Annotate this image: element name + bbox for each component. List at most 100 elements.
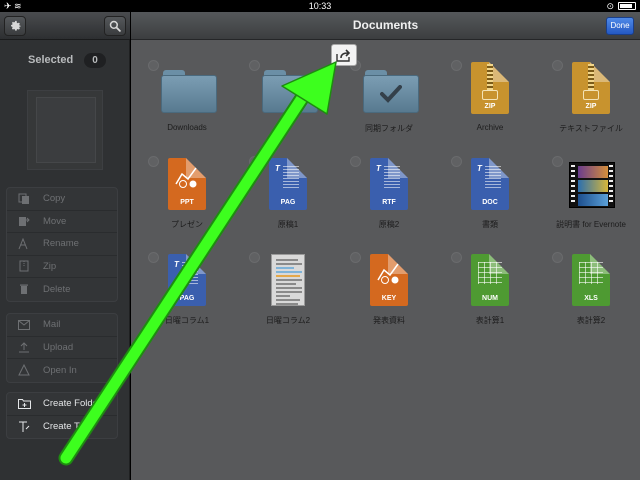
num-file-icon: NUM: [464, 254, 516, 310]
page-title: Documents: [352, 18, 419, 32]
copy-icon: [17, 192, 31, 206]
copy-button[interactable]: Copy: [7, 188, 117, 211]
upload-button[interactable]: Upload: [7, 337, 117, 359]
selected-counter: Selected 0: [0, 52, 130, 70]
file-item[interactable]: T RTF 原稿2: [337, 144, 437, 240]
select-checkbox[interactable]: [552, 252, 563, 263]
mail-icon: [17, 318, 31, 332]
battery-icon: [618, 2, 636, 10]
file-item[interactable]: PPT プレゼン: [135, 144, 235, 240]
create-text-button[interactable]: Create Text: [7, 416, 117, 439]
folder-icon: [161, 62, 217, 118]
select-checkbox[interactable]: [148, 60, 159, 71]
search-icon: [109, 20, 121, 32]
file-item[interactable]: NUM 表計算1: [438, 240, 538, 336]
documents-pane: Documents Done Downloads 同期フォルダ ZIP Archive…: [131, 12, 640, 480]
rtf-file-icon: T RTF: [363, 158, 415, 214]
zip-icon: [17, 259, 31, 273]
file-name-label: プレゼン: [171, 220, 203, 229]
move-button[interactable]: Move: [7, 211, 117, 233]
main-toolbar: Documents Done: [131, 12, 640, 40]
status-bar: ✈ ≋ 10:33 ⊙: [0, 0, 640, 12]
upload-label: Upload: [43, 341, 74, 353]
trash-icon: [17, 282, 31, 296]
zip-button[interactable]: Zip: [7, 256, 117, 278]
pag-file-icon: T PAG: [161, 254, 213, 310]
file-item[interactable]: KEY 発表資料: [337, 240, 437, 336]
key-file-icon: KEY: [363, 254, 415, 310]
select-checkbox[interactable]: [249, 252, 260, 263]
file-name-label: Downloads: [167, 123, 207, 132]
file-item[interactable]: XLS 表計算2: [539, 240, 639, 336]
file-item[interactable]: 日曜コラム2: [236, 240, 336, 336]
file-name-label: 表計算2: [576, 316, 606, 325]
create-folder-label: Create Folder: [43, 398, 102, 410]
share-actions-group: Mail Upload Open In: [6, 313, 118, 383]
move-label: Move: [43, 215, 67, 227]
file-name-label: 表計算1: [475, 316, 505, 325]
open-in-label: Open In: [43, 364, 77, 376]
rename-button[interactable]: Rename: [7, 233, 117, 256]
zip-file-icon: ZIP: [464, 62, 516, 118]
file-name-label: 原稿1: [277, 220, 299, 229]
file-item[interactable]: ZIP Archive: [438, 48, 538, 144]
move-icon: [17, 214, 31, 228]
file-item[interactable]: [236, 48, 336, 144]
copy-label: Copy: [43, 193, 66, 205]
create-actions-group: Create Folder Create Text: [6, 392, 118, 439]
file-name-label: 日曜コラム2: [265, 316, 311, 325]
open-in-button[interactable]: Open In: [7, 359, 117, 382]
file-item[interactable]: Downloads: [135, 48, 235, 144]
select-checkbox[interactable]: [552, 60, 563, 71]
select-checkbox[interactable]: [148, 252, 159, 263]
file-item[interactable]: 説明書 for Evernote: [539, 144, 639, 240]
video-file-icon: [565, 158, 617, 214]
mail-button[interactable]: Mail: [7, 314, 117, 337]
select-checkbox[interactable]: [552, 156, 563, 167]
file-item[interactable]: T DOC 書類: [438, 144, 538, 240]
settings-button[interactable]: [4, 16, 26, 36]
file-item[interactable]: ZIP テキストファイル: [539, 48, 639, 144]
select-checkbox[interactable]: [451, 60, 462, 71]
selected-label: Selected: [28, 54, 74, 66]
folder-icon: [363, 62, 419, 118]
delete-button[interactable]: Delete: [7, 278, 117, 301]
create-text-label: Create Text: [43, 421, 92, 433]
done-button[interactable]: Done: [606, 17, 634, 35]
create-folder-button[interactable]: Create Folder: [7, 393, 117, 416]
file-name-label: Archive: [476, 123, 504, 132]
select-checkbox[interactable]: [451, 252, 462, 263]
select-checkbox[interactable]: [249, 156, 260, 167]
rotation-lock-icon: ⊙: [606, 1, 614, 11]
file-name-label: 同期フォルダ: [365, 124, 413, 133]
sidebar-toolbar: [0, 12, 130, 40]
selected-count-badge: 0: [84, 53, 106, 68]
ppt-file-icon: PPT: [161, 158, 213, 214]
share-button[interactable]: [331, 44, 357, 66]
file-name-label: 書類: [482, 220, 498, 229]
gear-icon: [10, 20, 21, 31]
select-checkbox[interactable]: [451, 156, 462, 167]
sidebar: Selected 0 Copy Move Rename Zip Delete M…: [0, 12, 130, 480]
zip-label: Zip: [43, 260, 57, 272]
delete-label: Delete: [43, 283, 71, 295]
select-checkbox[interactable]: [249, 60, 260, 71]
file-name-label: 日曜コラム1: [164, 316, 210, 325]
file-name-label: 原稿2: [378, 220, 400, 229]
upload-icon: [17, 340, 31, 354]
file-actions-group: Copy Move Rename Zip Delete: [6, 187, 118, 302]
select-checkbox[interactable]: [350, 156, 361, 167]
share-icon: [336, 48, 351, 62]
selection-preview: [27, 90, 103, 170]
search-button[interactable]: [104, 16, 126, 36]
file-name-label: 説明書 for Evernote: [556, 220, 626, 229]
select-checkbox[interactable]: [350, 252, 361, 263]
file-item[interactable]: T PAG 日曜コラム1: [135, 240, 235, 336]
rename-icon: [17, 237, 31, 251]
select-checkbox[interactable]: [148, 156, 159, 167]
doc-file-icon: T DOC: [464, 158, 516, 214]
xls-file-icon: XLS: [565, 254, 617, 310]
file-item[interactable]: T PAG 原稿1: [236, 144, 336, 240]
open-in-icon: [17, 363, 31, 377]
empty-document-icon: [36, 97, 96, 163]
